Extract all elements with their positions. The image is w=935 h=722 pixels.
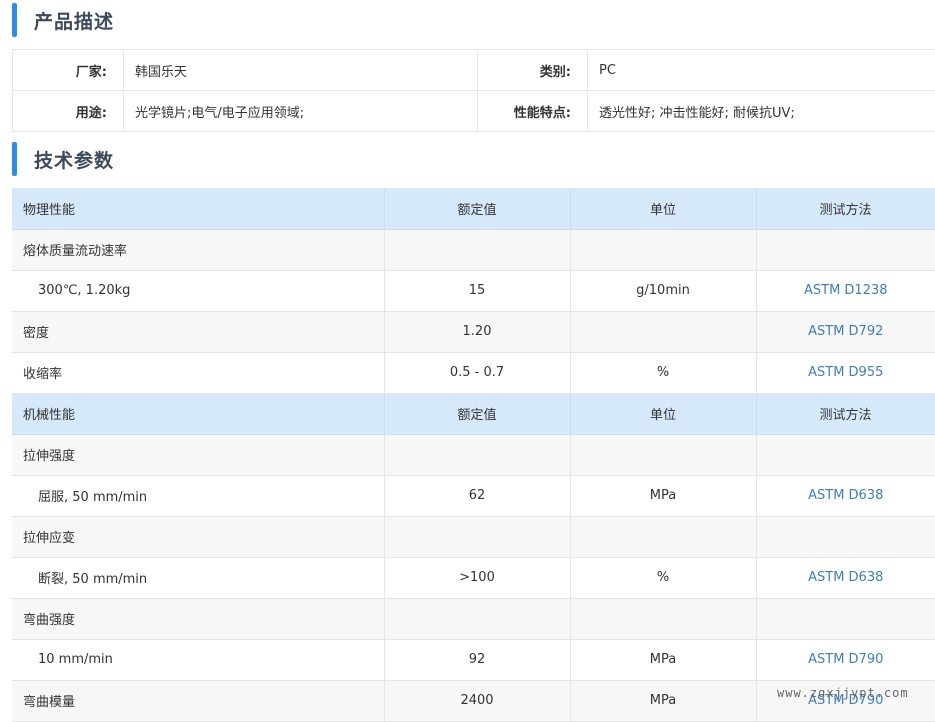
spec-row: 熔体质量流动速率 <box>12 229 935 270</box>
spec-header-row: 机械性能额定值单位测试方法 <box>12 393 935 434</box>
unit-cell: % <box>570 557 756 598</box>
info-row: 厂家: 韩国乐天 类别: PC <box>13 50 935 91</box>
column-header: 机械性能 <box>12 393 384 434</box>
unit-cell: MPa <box>570 475 756 516</box>
property-cell: 熔体质量流动速率 <box>12 229 384 270</box>
test-method-cell[interactable]: ASTM D790 <box>756 639 935 680</box>
category-label: 类别: <box>478 50 588 91</box>
spec-table: 物理性能额定值单位测试方法熔体质量流动速率300℃, 1.20kg15g/10m… <box>12 188 935 722</box>
column-header: 单位 <box>570 393 756 434</box>
property-cell: 10 mm/min <box>12 639 384 680</box>
accent-bar <box>12 3 17 37</box>
column-header: 测试方法 <box>756 393 935 434</box>
product-description-heading: 产品描述 <box>12 0 935 40</box>
product-info-table: 厂家: 韩国乐天 类别: PC 用途: 光学镜片;电气/电子应用领域; 性能特点… <box>12 49 935 132</box>
column-header: 额定值 <box>384 188 570 229</box>
test-method-cell[interactable]: ASTM D638 <box>756 557 935 598</box>
unit-cell <box>570 229 756 270</box>
value-cell: >100 <box>384 557 570 598</box>
spec-header-row: 物理性能额定值单位测试方法 <box>12 188 935 229</box>
spec-row: 拉伸应变 <box>12 516 935 557</box>
value-cell <box>384 598 570 639</box>
test-method-cell <box>756 516 935 557</box>
property-cell: 收缩率 <box>12 352 384 393</box>
value-cell: 62 <box>384 475 570 516</box>
info-row: 用途: 光学镜片;电气/电子应用领域; 性能特点: 透光性好; 冲击性能好; 耐… <box>13 91 935 132</box>
unit-cell <box>570 434 756 475</box>
spec-row: 密度1.20 ASTM D792 <box>12 311 935 352</box>
section-title: 技术参数 <box>34 146 114 173</box>
test-method-cell[interactable]: ASTM D1238 <box>756 270 935 311</box>
features-label: 性能特点: <box>478 91 588 132</box>
spec-row: 弯曲强度 <box>12 598 935 639</box>
usage-label: 用途: <box>13 91 124 132</box>
column-header: 物理性能 <box>12 188 384 229</box>
value-cell <box>384 434 570 475</box>
manufacturer-value: 韩国乐天 <box>124 50 478 91</box>
spec-row: 屈服, 50 mm/min62MPaASTM D638 <box>12 475 935 516</box>
unit-cell: % <box>570 352 756 393</box>
test-method-cell <box>756 598 935 639</box>
value-cell <box>384 516 570 557</box>
value-cell: 0.5 - 0.7 <box>384 352 570 393</box>
test-method-cell[interactable]: ASTM D792 <box>756 311 935 352</box>
spec-row: 收缩率0.5 - 0.7%ASTM D955 <box>12 352 935 393</box>
column-header: 测试方法 <box>756 188 935 229</box>
value-cell: 15 <box>384 270 570 311</box>
spec-row: 10 mm/min92MPaASTM D790 <box>12 639 935 680</box>
features-value: 透光性好; 冲击性能好; 耐候抗UV; <box>588 91 935 132</box>
spec-row: 拉伸强度 <box>12 434 935 475</box>
section-title: 产品描述 <box>34 7 114 34</box>
property-cell: 断裂, 50 mm/min <box>12 557 384 598</box>
property-cell: 屈服, 50 mm/min <box>12 475 384 516</box>
unit-cell: g/10min <box>570 270 756 311</box>
spec-row: 断裂, 50 mm/min>100%ASTM D638 <box>12 557 935 598</box>
property-cell: 拉伸应变 <box>12 516 384 557</box>
property-cell: 弯曲强度 <box>12 598 384 639</box>
unit-cell: MPa <box>570 639 756 680</box>
spec-row: 300℃, 1.20kg15g/10minASTM D1238 <box>12 270 935 311</box>
unit-cell <box>570 516 756 557</box>
column-header: 单位 <box>570 188 756 229</box>
category-value: PC <box>588 50 935 91</box>
test-method-cell[interactable]: ASTM D955 <box>756 352 935 393</box>
value-cell <box>384 229 570 270</box>
test-method-cell <box>756 229 935 270</box>
usage-value: 光学镜片;电气/电子应用领域; <box>124 91 478 132</box>
test-method-cell <box>756 434 935 475</box>
tech-params-heading: 技术参数 <box>12 139 935 179</box>
accent-bar <box>12 142 17 176</box>
manufacturer-label: 厂家: <box>13 50 124 91</box>
test-method-cell[interactable]: ASTM D638 <box>756 475 935 516</box>
property-cell: 300℃, 1.20kg <box>12 270 384 311</box>
value-cell: 1.20 <box>384 311 570 352</box>
property-cell: 密度 <box>12 311 384 352</box>
unit-cell <box>570 598 756 639</box>
property-cell: 拉伸强度 <box>12 434 384 475</box>
column-header: 额定值 <box>384 393 570 434</box>
unit-cell <box>570 311 756 352</box>
watermark: www.zgxjjypt.com <box>777 686 909 700</box>
value-cell: 92 <box>384 639 570 680</box>
